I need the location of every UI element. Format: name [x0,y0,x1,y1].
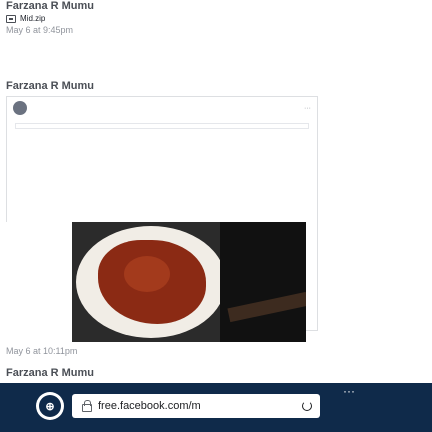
message-2: Farzana R Mumu [6,80,426,92]
avatar [13,101,27,115]
app-logo-icon[interactable]: ⊕ [36,392,64,420]
message-sender: Farzana R Mumu [6,80,95,92]
message-timestamp: May 6 at 10:11pm [6,346,78,356]
reload-icon[interactable] [302,401,312,411]
url-text[interactable]: free.facebook.com/m [98,400,201,412]
post-options-icon[interactable]: ··· [304,105,311,112]
shared-post-body [7,119,317,121]
attachment-name[interactable]: Mid.zip [20,14,45,23]
url-field[interactable]: free.facebook.com/m [72,394,320,418]
file-icon [6,14,16,23]
app-logo-mark: ⊕ [39,395,61,417]
attachment-row[interactable]: Mid.zip [6,14,426,23]
shared-photo[interactable] [6,222,306,342]
food-piece [124,256,170,292]
shared-post-header: ··· [7,97,317,119]
more-icon[interactable]: ··· [340,385,358,399]
photo-left-area [6,222,72,342]
message-sender: Farzana R Mumu [6,0,95,12]
message-1: Farzana R Mumu Mid.zip May 6 at 9:45pm [6,0,426,56]
message-sender: Farzana R Mumu [6,367,95,379]
lock-icon [82,399,92,412]
link-preview[interactable] [15,123,309,129]
message-timestamp: May 6 at 9:45pm [6,25,74,35]
photo-right-area [220,222,306,342]
